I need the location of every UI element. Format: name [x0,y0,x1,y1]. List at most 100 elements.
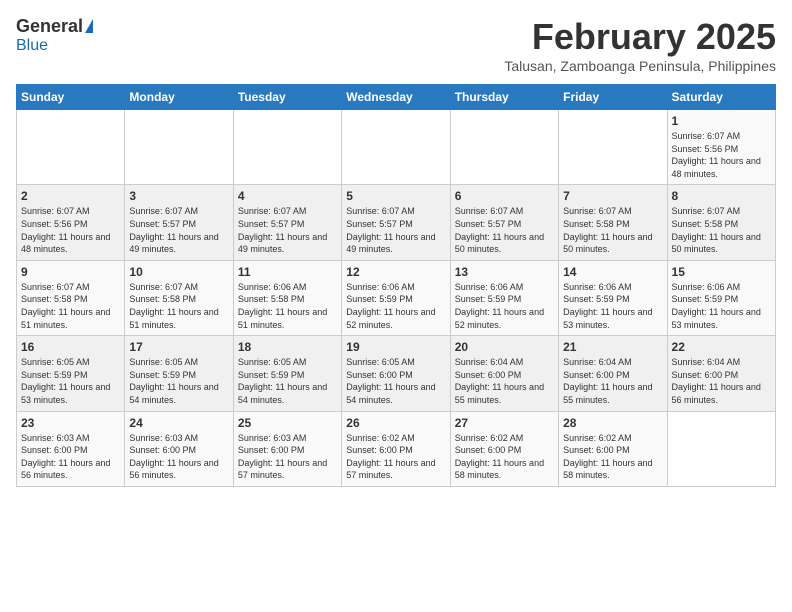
day-number: 20 [455,340,554,354]
calendar-cell [233,110,341,185]
calendar-cell: 9 Sunrise: 6:07 AM Sunset: 5:58 PM Daylig… [17,260,125,335]
calendar-cell: 5 Sunrise: 6:07 AM Sunset: 5:57 PM Daylig… [342,185,450,260]
day-number: 25 [238,416,337,430]
month-title: February 2025 [504,16,776,58]
calendar-cell: 15Sunrise: 6:06 AM Sunset: 5:59 PM Dayli… [667,260,775,335]
day-info: Sunrise: 6:04 AM Sunset: 6:00 PM Dayligh… [672,356,771,406]
calendar-header-sunday: Sunday [17,85,125,110]
day-info: Sunrise: 6:02 AM Sunset: 6:00 PM Dayligh… [455,432,554,482]
day-number: 5 [346,189,445,203]
logo: General Blue [16,16,93,55]
calendar-cell [667,411,775,486]
calendar-cell: 21 Sunrise: 6:04 AM Sunset: 6:00 PM Dayli… [559,336,667,411]
day-number: 1 [672,114,771,128]
calendar-header-monday: Monday [125,85,233,110]
calendar-cell: 20 Sunrise: 6:04 AM Sunset: 6:00 PM Dayli… [450,336,558,411]
day-number: 6 [455,189,554,203]
day-info: Sunrise: 6:07 AM Sunset: 5:57 PM Dayligh… [238,205,337,255]
day-info: Sunrise: 6:07 AM Sunset: 5:58 PM Dayligh… [21,281,120,331]
day-info: Sunrise: 6:07 AM Sunset: 5:56 PM Dayligh… [672,130,771,180]
calendar-cell: 10 Sunrise: 6:07 AM Sunset: 5:58 PM Dayli… [125,260,233,335]
logo-icon [85,19,93,33]
day-number: 11 [238,265,337,279]
day-number: 10 [129,265,228,279]
day-number: 22 [672,340,771,354]
day-info: Sunrise: 6:05 AM Sunset: 5:59 PM Dayligh… [238,356,337,406]
calendar-cell: 12Sunrise: 6:06 AM Sunset: 5:59 PM Dayli… [342,260,450,335]
day-info: Sunrise: 6:07 AM Sunset: 5:58 PM Dayligh… [563,205,662,255]
day-info: Sunrise: 6:05 AM Sunset: 5:59 PM Dayligh… [21,356,120,406]
calendar-cell [559,110,667,185]
calendar-cell [342,110,450,185]
calendar-week-row: 1 Sunrise: 6:07 AM Sunset: 5:56 PM Daylig… [17,110,776,185]
location-subtitle: Talusan, Zamboanga Peninsula, Philippine… [504,58,776,74]
calendar-header-tuesday: Tuesday [233,85,341,110]
calendar-cell: 25 Sunrise: 6:03 AM Sunset: 6:00 PM Dayli… [233,411,341,486]
calendar-table: SundayMondayTuesdayWednesdayThursdayFrid… [16,84,776,487]
page-header: General Blue February 2025 Talusan, Zamb… [16,16,776,74]
day-info: Sunrise: 6:07 AM Sunset: 5:58 PM Dayligh… [129,281,228,331]
calendar-week-row: 9 Sunrise: 6:07 AM Sunset: 5:58 PM Daylig… [17,260,776,335]
calendar-cell: 27 Sunrise: 6:02 AM Sunset: 6:00 PM Dayli… [450,411,558,486]
calendar-cell: 22 Sunrise: 6:04 AM Sunset: 6:00 PM Dayli… [667,336,775,411]
calendar-cell: 11 Sunrise: 6:06 AM Sunset: 5:58 PM Dayli… [233,260,341,335]
calendar-cell: 3 Sunrise: 6:07 AM Sunset: 5:57 PM Daylig… [125,185,233,260]
calendar-header-row: SundayMondayTuesdayWednesdayThursdayFrid… [17,85,776,110]
title-area: February 2025 Talusan, Zamboanga Peninsu… [504,16,776,74]
calendar-week-row: 16 Sunrise: 6:05 AM Sunset: 5:59 PM Dayli… [17,336,776,411]
calendar-header-thursday: Thursday [450,85,558,110]
day-info: Sunrise: 6:06 AM Sunset: 5:59 PM Dayligh… [455,281,554,331]
day-number: 18 [238,340,337,354]
logo-general-text: General [16,16,83,37]
day-info: Sunrise: 6:03 AM Sunset: 6:00 PM Dayligh… [129,432,228,482]
day-number: 9 [21,265,120,279]
calendar-cell: 1 Sunrise: 6:07 AM Sunset: 5:56 PM Daylig… [667,110,775,185]
day-number: 28 [563,416,662,430]
day-info: Sunrise: 6:07 AM Sunset: 5:57 PM Dayligh… [455,205,554,255]
day-info: Sunrise: 6:05 AM Sunset: 5:59 PM Dayligh… [129,356,228,406]
calendar-cell: 23 Sunrise: 6:03 AM Sunset: 6:00 PM Dayli… [17,411,125,486]
calendar-cell: 26 Sunrise: 6:02 AM Sunset: 6:00 PM Dayli… [342,411,450,486]
day-info: Sunrise: 6:06 AM Sunset: 5:59 PM Dayligh… [672,281,771,331]
day-info: Sunrise: 6:07 AM Sunset: 5:57 PM Dayligh… [346,205,445,255]
day-number: 4 [238,189,337,203]
day-number: 23 [21,416,120,430]
day-number: 3 [129,189,228,203]
day-info: Sunrise: 6:07 AM Sunset: 5:58 PM Dayligh… [672,205,771,255]
calendar-cell: 6 Sunrise: 6:07 AM Sunset: 5:57 PM Daylig… [450,185,558,260]
day-info: Sunrise: 6:03 AM Sunset: 6:00 PM Dayligh… [238,432,337,482]
day-number: 16 [21,340,120,354]
calendar-cell: 7 Sunrise: 6:07 AM Sunset: 5:58 PM Daylig… [559,185,667,260]
day-number: 24 [129,416,228,430]
day-info: Sunrise: 6:06 AM Sunset: 5:59 PM Dayligh… [346,281,445,331]
day-info: Sunrise: 6:05 AM Sunset: 6:00 PM Dayligh… [346,356,445,406]
day-info: Sunrise: 6:07 AM Sunset: 5:57 PM Dayligh… [129,205,228,255]
day-number: 2 [21,189,120,203]
logo-blue-text: Blue [16,37,48,55]
calendar-cell [125,110,233,185]
calendar-cell: 4 Sunrise: 6:07 AM Sunset: 5:57 PM Daylig… [233,185,341,260]
day-info: Sunrise: 6:04 AM Sunset: 6:00 PM Dayligh… [563,356,662,406]
day-number: 19 [346,340,445,354]
day-info: Sunrise: 6:04 AM Sunset: 6:00 PM Dayligh… [455,356,554,406]
day-number: 13 [455,265,554,279]
calendar-header-friday: Friday [559,85,667,110]
day-info: Sunrise: 6:02 AM Sunset: 6:00 PM Dayligh… [346,432,445,482]
calendar-cell: 18 Sunrise: 6:05 AM Sunset: 5:59 PM Dayli… [233,336,341,411]
day-number: 7 [563,189,662,203]
day-info: Sunrise: 6:06 AM Sunset: 5:58 PM Dayligh… [238,281,337,331]
day-number: 26 [346,416,445,430]
calendar-cell [450,110,558,185]
calendar-cell: 8Sunrise: 6:07 AM Sunset: 5:58 PM Daylig… [667,185,775,260]
day-number: 17 [129,340,228,354]
day-number: 21 [563,340,662,354]
day-info: Sunrise: 6:03 AM Sunset: 6:00 PM Dayligh… [21,432,120,482]
calendar-cell: 19 Sunrise: 6:05 AM Sunset: 6:00 PM Dayli… [342,336,450,411]
calendar-cell: 14Sunrise: 6:06 AM Sunset: 5:59 PM Dayli… [559,260,667,335]
calendar-cell: 16 Sunrise: 6:05 AM Sunset: 5:59 PM Dayli… [17,336,125,411]
calendar-header-saturday: Saturday [667,85,775,110]
day-number: 27 [455,416,554,430]
calendar-header-wednesday: Wednesday [342,85,450,110]
day-info: Sunrise: 6:06 AM Sunset: 5:59 PM Dayligh… [563,281,662,331]
calendar-cell: 2Sunrise: 6:07 AM Sunset: 5:56 PM Daylig… [17,185,125,260]
